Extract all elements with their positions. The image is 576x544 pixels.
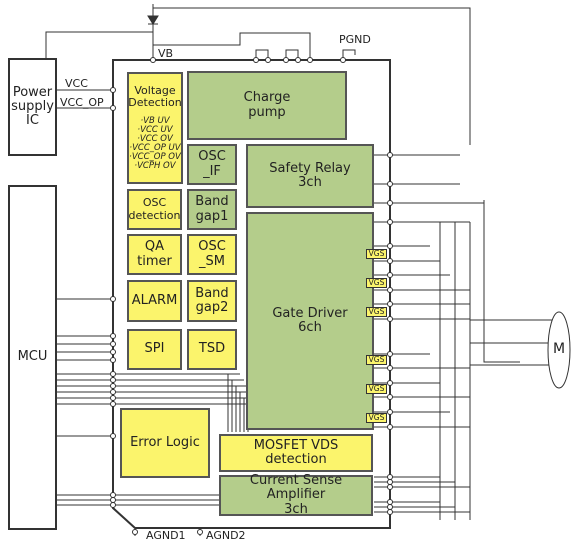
osc-sm-block: OSC _SM [187, 234, 237, 275]
vgs-label: VGS [366, 307, 387, 317]
band-gap2-block: Band gap2 [187, 280, 237, 322]
osc-if-block: OSC _IF [187, 144, 237, 185]
vgs-label: VGS [366, 278, 387, 288]
band-gap1-label: Band gap1 [195, 194, 229, 224]
qa-timer-label: QA timer [137, 239, 172, 269]
voltage-detection-label: Voltage Detection [128, 84, 182, 110]
error-logic-block: Error Logic [120, 408, 210, 478]
gate-driver-block: Gate Driver 6ch [246, 212, 374, 430]
vd-item: ·VCPH OV [134, 160, 176, 171]
alarm-block: ALARM [127, 280, 182, 322]
power-supply-ic-block: Power supply IC [8, 58, 57, 156]
band-gap1-block: Band gap1 [187, 189, 237, 230]
osc-if-label: OSC _IF [198, 149, 226, 179]
vgs-label: VGS [366, 249, 387, 259]
current-sense-amplifier-label: Current Sense Amplifier 3ch [249, 473, 343, 517]
mosfet-vds-detection-label: MOSFET VDS detection [253, 437, 339, 467]
tsd-label: TSD [198, 341, 226, 357]
power-ic-feed [45, 31, 153, 60]
safety-relay-label: Safety Relay 3ch [269, 160, 351, 190]
tsd-block: TSD [187, 329, 237, 370]
safety-relay-block: Safety Relay 3ch [246, 144, 374, 208]
diode-icon [147, 15, 159, 25]
vgs-label: VGS [366, 413, 387, 423]
power-supply-ic-label: Power supply IC [11, 84, 54, 129]
vcc-op-pin-label: VCC_OP [60, 96, 104, 109]
vgs-label: VGS [366, 355, 387, 365]
osc-sm-label: OSC _SM [198, 239, 226, 269]
agnd2-pin-label: AGND2 [206, 529, 246, 542]
vcc-pin-label: VCC [65, 77, 88, 90]
vgs-label: VGS [366, 384, 387, 394]
mcu-label: MCU [17, 349, 48, 365]
qa-timer-block: QA timer [127, 234, 182, 275]
spi-block: SPI [127, 329, 182, 370]
alarm-label: ALARM [131, 292, 178, 308]
band-gap2-label: Band gap2 [195, 285, 229, 315]
agnd1-pin-label: AGND1 [146, 529, 186, 542]
motor-label: M [553, 341, 566, 357]
error-logic-label: Error Logic [130, 434, 200, 450]
voltage-detection-items: ·VB UV ·VCC UV ·VCC OV ·VCC_OP UV ·VCC_O… [129, 117, 181, 171]
mosfet-vds-detection-block: MOSFET VDS detection [219, 434, 373, 472]
pgnd-pin-label: PGND [339, 33, 371, 46]
charge-pump-label: Charge pump [243, 90, 291, 120]
current-sense-amplifier-block: Current Sense Amplifier 3ch [219, 473, 373, 517]
charge-pump-block: Charge pump [187, 71, 347, 140]
spi-label: SPI [144, 341, 165, 357]
vb-pin-label: VB [158, 47, 174, 60]
osc-detection-label: OSC detection [128, 196, 181, 222]
voltage-detection-block: Voltage Detection ·VB UV ·VCC UV ·VCC OV… [127, 72, 183, 184]
osc-detection-block: OSC detection [127, 189, 182, 230]
gate-driver-label: Gate Driver 6ch [272, 305, 348, 335]
mcu-block: MCU [8, 185, 57, 530]
